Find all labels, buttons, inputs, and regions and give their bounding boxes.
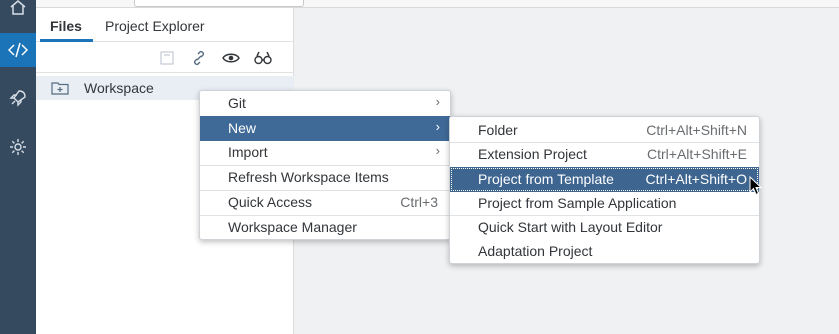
panel-tabs: Files Project Explorer: [36, 8, 294, 42]
menu-item-workspace-manager[interactable]: Workspace Manager: [200, 215, 450, 240]
side-navigation-rail: [0, 0, 36, 334]
new-submenu: Folder Ctrl+Alt+Shift+N Extension Projec…: [449, 116, 760, 264]
tab-project-explorer[interactable]: Project Explorer: [105, 18, 205, 34]
code-editor-icon[interactable]: [0, 33, 36, 67]
top-search-field[interactable]: [134, 0, 304, 7]
submenu-item-project-from-template[interactable]: Project from Template Ctrl+Alt+Shift+O: [450, 167, 759, 192]
menu-item-quick-access[interactable]: Quick Access Ctrl+3: [200, 190, 450, 215]
top-toolbar: [36, 0, 839, 8]
workspace-folder-icon: [51, 81, 69, 100]
home-icon[interactable]: [0, 0, 36, 24]
menu-item-new[interactable]: New ›: [200, 116, 450, 141]
submenu-item-project-from-sample-application[interactable]: Project from Sample Application: [450, 191, 759, 216]
workspace-context-menu: Git › New › Import › Refresh Workspace I…: [199, 90, 451, 240]
chevron-right-icon: ›: [435, 143, 440, 158]
tab-files[interactable]: Files: [50, 18, 82, 34]
link-icon[interactable]: [190, 50, 208, 66]
submenu-item-quick-start-layout-editor[interactable]: Quick Start with Layout Editor: [450, 215, 759, 240]
shortcut-label: Ctrl+3: [400, 194, 438, 210]
chevron-right-icon: ›: [435, 94, 440, 109]
shortcut-label: Ctrl+Alt+Shift+N: [646, 122, 747, 138]
show-hidden-files-eye-icon[interactable]: [222, 50, 240, 66]
menu-item-import[interactable]: Import ›: [200, 140, 450, 165]
collapse-all-icon[interactable]: [158, 50, 176, 66]
submenu-item-adaptation-project[interactable]: Adaptation Project: [450, 239, 759, 264]
workspace-label: Workspace: [84, 80, 154, 96]
binoculars-search-icon[interactable]: [254, 50, 272, 66]
menu-item-git[interactable]: Git ›: [200, 91, 450, 116]
chevron-right-icon: ›: [435, 119, 440, 134]
settings-gear-icon[interactable]: [0, 130, 36, 164]
mouse-pointer-icon: [749, 176, 763, 196]
menu-item-refresh-workspace-items[interactable]: Refresh Workspace Items: [200, 165, 450, 190]
submenu-item-extension-project[interactable]: Extension Project Ctrl+Alt+Shift+E: [450, 142, 759, 167]
files-toolbar: [36, 43, 294, 73]
shortcut-label: Ctrl+Alt+Shift+E: [647, 146, 747, 162]
submenu-item-folder[interactable]: Folder Ctrl+Alt+Shift+N: [450, 118, 759, 143]
active-tab-indicator: [40, 39, 93, 42]
shortcut-label: Ctrl+Alt+Shift+O: [645, 171, 747, 187]
rocket-icon[interactable]: [0, 81, 36, 115]
